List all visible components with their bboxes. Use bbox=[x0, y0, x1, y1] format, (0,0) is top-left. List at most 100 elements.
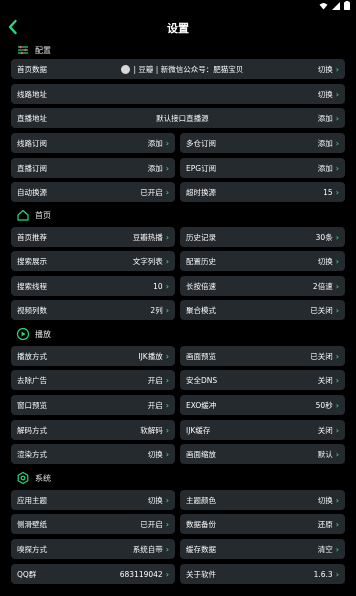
wifi-icon bbox=[319, 2, 328, 9]
side-wallpaper-label: 侧滑壁纸 bbox=[17, 519, 47, 529]
side-wallpaper-row[interactable]: 侧滑壁纸 已开启 › bbox=[11, 514, 175, 534]
multi-repo-sub-row[interactable]: 多仓订阅 添加 › bbox=[180, 133, 345, 153]
section-label-home: 首页 bbox=[35, 210, 51, 220]
timeout-switch-row[interactable]: 超时换源 15 › bbox=[180, 182, 345, 202]
video-columns-label: 视频列数 bbox=[17, 305, 47, 315]
chevron-right-icon: › bbox=[165, 375, 169, 385]
chevron-right-icon: › bbox=[165, 544, 169, 554]
qq-group-row[interactable]: QQ群 683119042 › bbox=[11, 564, 175, 584]
play-mode-value: IJK播放 bbox=[138, 351, 163, 361]
multi-repo-sub-label: 多仓订阅 bbox=[186, 138, 216, 148]
ijk-cache-row[interactable]: IJK缓存 关闭 › bbox=[180, 420, 345, 440]
chevron-right-icon: › bbox=[335, 495, 339, 505]
play-icon bbox=[16, 327, 30, 341]
home-data-label: 首页数据 bbox=[17, 64, 47, 74]
home-recommend-value: 豆瓣热播 bbox=[132, 232, 163, 242]
render-mode-value: 切换 bbox=[147, 449, 163, 459]
search-display-value: 文字列表 bbox=[132, 256, 163, 266]
status-icons bbox=[319, 1, 350, 10]
multi-repo-sub-value: 添加 bbox=[317, 138, 333, 148]
about-row[interactable]: 关于软件 1.6.3 › bbox=[180, 564, 345, 584]
home-data-row[interactable]: 首页数据 | 豆瓣 | 新微信公众号：肥猫宝贝 切换 › bbox=[11, 59, 345, 79]
chevron-right-icon: › bbox=[335, 305, 339, 315]
chevron-right-icon: › bbox=[335, 113, 339, 123]
ad-remove-row[interactable]: 去除广告 开启 › bbox=[11, 370, 175, 390]
search-display-row[interactable]: 搜索展示 文字列表 › bbox=[11, 251, 175, 271]
auto-switch-label: 自动换源 bbox=[17, 187, 47, 197]
live-address-row[interactable]: 直播地址 默认接口直播源 添加 › bbox=[11, 108, 345, 128]
chevron-right-icon: › bbox=[165, 495, 169, 505]
line-sub-value: 添加 bbox=[147, 138, 163, 148]
exo-buffer-label: EXO缓冲 bbox=[186, 400, 217, 410]
live-address-source: 默认接口直播源 bbox=[156, 113, 209, 123]
battery-icon bbox=[344, 1, 350, 10]
settings-icon bbox=[17, 471, 29, 485]
window-preview-label: 窗口预览 bbox=[17, 400, 47, 410]
chevron-right-icon: › bbox=[335, 64, 339, 74]
preview-row[interactable]: 画面预览 已关闭 › bbox=[180, 346, 345, 366]
qq-group-value: 683119042 bbox=[119, 569, 163, 579]
exo-buffer-row[interactable]: EXO缓冲 50秒 › bbox=[180, 395, 345, 415]
theme-color-row[interactable]: 主题颜色 切换 › bbox=[180, 490, 345, 510]
about-value: 1.6.3 bbox=[313, 569, 333, 579]
live-sub-row[interactable]: 直播订阅 添加 › bbox=[11, 158, 175, 178]
auto-switch-row[interactable]: 自动换源 已开启 › bbox=[11, 182, 175, 202]
line-sub-row[interactable]: 线路订阅 添加 › bbox=[11, 133, 175, 153]
config-history-value: 切换 bbox=[317, 256, 333, 266]
sniff-mode-row[interactable]: 嗅探方式 系统自带 › bbox=[11, 539, 175, 559]
chevron-right-icon: › bbox=[335, 187, 339, 197]
header: 设置 bbox=[0, 14, 356, 42]
chevron-right-icon: › bbox=[165, 351, 169, 361]
long-press-speed-value: 2倍速 bbox=[312, 281, 333, 291]
aggregate-mode-row[interactable]: 聚合模式 已关闭 › bbox=[180, 300, 345, 320]
chevron-right-icon: › bbox=[165, 400, 169, 410]
epg-sub-row[interactable]: EPG订阅 添加 › bbox=[180, 158, 345, 178]
play-mode-label: 播放方式 bbox=[17, 351, 47, 361]
search-threads-row[interactable]: 搜索线程 10 › bbox=[11, 276, 175, 296]
window-preview-row[interactable]: 窗口预览 开启 › bbox=[11, 395, 175, 415]
render-mode-row[interactable]: 渲染方式 切换 › bbox=[11, 444, 175, 464]
chevron-right-icon: › bbox=[165, 163, 169, 173]
app-theme-row[interactable]: 应用主题 切换 › bbox=[11, 490, 175, 510]
signal-icon bbox=[332, 1, 340, 10]
live-address-label: 直播地址 bbox=[17, 113, 47, 123]
side-wallpaper-value: 已开启 bbox=[140, 519, 163, 529]
home-data-source-text: | 豆瓣 | 新微信公众号：肥猫宝贝 bbox=[133, 64, 244, 74]
home-data-value: 切换 bbox=[317, 64, 333, 74]
history-value: 30条 bbox=[315, 232, 333, 242]
screen-scale-row[interactable]: 画面缩放 默认 › bbox=[180, 444, 345, 464]
chevron-right-icon: › bbox=[335, 519, 339, 529]
history-label: 历史记录 bbox=[186, 232, 216, 242]
ijk-cache-label: IJK缓存 bbox=[186, 425, 211, 435]
live-address-value: 添加 bbox=[317, 113, 333, 123]
data-backup-row[interactable]: 数据备份 还原 › bbox=[180, 514, 345, 534]
screen-scale-value: 默认 bbox=[317, 449, 333, 459]
status-bar bbox=[0, 0, 356, 12]
chevron-right-icon: › bbox=[335, 232, 339, 242]
line-address-row[interactable]: 线路地址 切换 › bbox=[11, 84, 345, 104]
window-preview-value: 开启 bbox=[147, 400, 163, 410]
sniff-mode-value: 系统自带 bbox=[132, 544, 163, 554]
render-mode-label: 渲染方式 bbox=[17, 449, 47, 459]
preview-label: 画面预览 bbox=[186, 351, 216, 361]
config-history-row[interactable]: 配置历史 切换 › bbox=[180, 251, 345, 271]
decode-mode-row[interactable]: 解码方式 软解码 › bbox=[11, 420, 175, 440]
search-display-label: 搜索展示 bbox=[17, 256, 47, 266]
section-header-home: 首页 bbox=[16, 207, 51, 223]
history-row[interactable]: 历史记录 30条 › bbox=[180, 227, 345, 247]
data-backup-label: 数据备份 bbox=[186, 519, 216, 529]
long-press-speed-row[interactable]: 长按倍速 2倍速 › bbox=[180, 276, 345, 296]
decode-mode-label: 解码方式 bbox=[17, 425, 47, 435]
timeout-switch-label: 超时换源 bbox=[186, 187, 216, 197]
chevron-right-icon: › bbox=[335, 544, 339, 554]
video-columns-row[interactable]: 视频列数 2列 › bbox=[11, 300, 175, 320]
home-recommend-row[interactable]: 首页推荐 豆瓣热播 › bbox=[11, 227, 175, 247]
video-columns-value: 2列 bbox=[150, 305, 163, 315]
chevron-right-icon: › bbox=[335, 256, 339, 266]
timeout-switch-value: 15 bbox=[323, 187, 333, 197]
secure-dns-row[interactable]: 安全DNS 关闭 › bbox=[180, 370, 345, 390]
chevron-right-icon: › bbox=[335, 449, 339, 459]
play-mode-row[interactable]: 播放方式 IJK播放 › bbox=[11, 346, 175, 366]
section-header-config: 配置 bbox=[16, 42, 51, 58]
cache-data-row[interactable]: 缓存数据 清空 › bbox=[180, 539, 345, 559]
